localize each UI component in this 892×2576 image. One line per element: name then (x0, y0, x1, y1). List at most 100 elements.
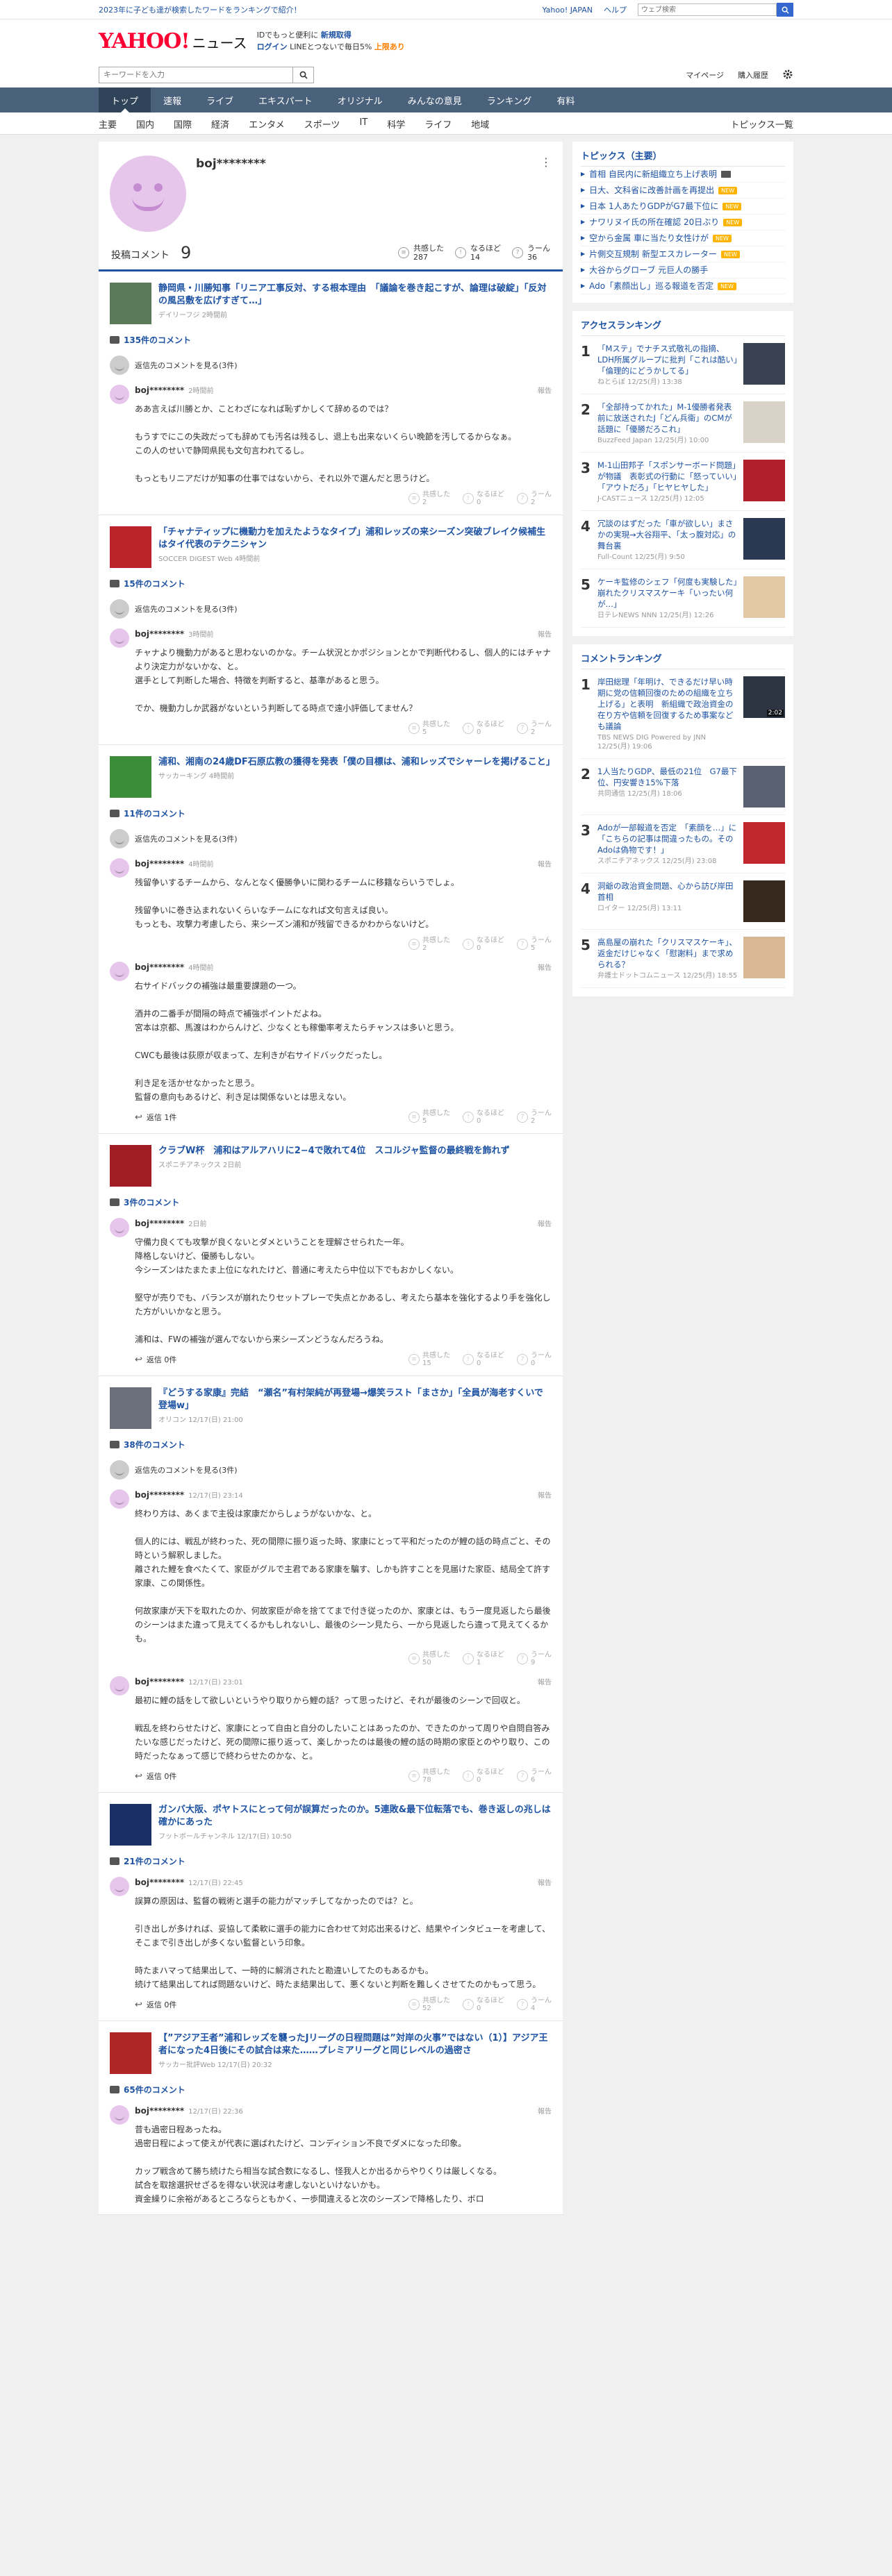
replies-link[interactable]: ↩ 返信 0件 (135, 1999, 176, 2010)
ranking-thumbnail[interactable] (743, 880, 785, 922)
hmm-button[interactable]: ? うーん 5 (517, 937, 552, 952)
comment-user[interactable]: boj******** 12/17(日) 22:36 (135, 2105, 243, 2116)
ranking-thumbnail[interactable] (743, 460, 785, 501)
article-thumbnail[interactable] (110, 1804, 151, 1846)
nav-ranking[interactable]: ランキング (474, 87, 545, 112)
ranking-item[interactable]: 5 ケーキ監修のシェフ「何度も実験した」 崩れたクリスマスケーキ「いったい何が…」… (581, 569, 785, 628)
report-link[interactable]: 報告 (538, 1489, 552, 1500)
ranking-thumbnail[interactable] (743, 518, 785, 560)
report-link[interactable]: 報告 (538, 628, 552, 639)
yahoo-news-logo[interactable]: YAHOO! ニュース (99, 29, 247, 53)
comment-user[interactable]: boj******** 4時間前 (135, 858, 214, 869)
ranking-thumbnail[interactable]: 2:02 (743, 676, 785, 718)
topic-item[interactable]: ▶ 空から金属 車に当たり女性けが NEW (581, 231, 785, 246)
cat-economy[interactable]: 経済 (211, 117, 229, 131)
report-link[interactable]: 報告 (538, 1877, 552, 1887)
article-title[interactable]: ガンバ大阪、ポヤトスにとって何が誤算だったのか。5連敗&最下位転落でも、巻き返し… (158, 1804, 552, 1829)
agree-button[interactable]: ≡ 共感した 2 (408, 491, 450, 506)
promo-link[interactable]: 2023年に子ども達が検索したワードをランキングで紹介！ (99, 4, 302, 15)
comment-user[interactable]: boj******** 12/17(日) 23:01 (135, 1676, 243, 1687)
ranking-item[interactable]: 5 高島屋の崩れた「クリスマスケーキ」、返金だけじゃなく「慰謝料」まで求められる？… (581, 930, 785, 988)
comment-user[interactable]: boj******** 12/17(日) 22:45 (135, 1877, 243, 1887)
naruhodo-button[interactable]: ! なるほど 0 (463, 1997, 504, 2012)
ranking-thumbnail[interactable] (743, 401, 785, 443)
nav-original[interactable]: オリジナル (325, 87, 395, 112)
register-link[interactable]: 新規取得 (321, 31, 352, 40)
comment-count-link[interactable]: 65件のコメント (110, 2084, 552, 2096)
report-link[interactable]: 報告 (538, 858, 552, 869)
ranking-item[interactable]: 1 岸田総理「年明け、できるだけ早い時期に党の信頼回復のための組織を立ち上げる」と… (581, 669, 785, 759)
cat-science[interactable]: 科学 (387, 117, 405, 131)
topic-item[interactable]: ▶ ナワリヌイ氏の所在確認 20日ぶり NEW (581, 215, 785, 231)
hmm-button[interactable]: ? うーん 4 (517, 1997, 552, 2012)
nav-paid[interactable]: 有料 (544, 87, 587, 112)
topics-list-link[interactable]: トピックス一覧 (730, 117, 793, 131)
ranking-item[interactable]: 1 「Mステ」でナチス式敬礼の指摘、LDH所属グループに批判「これは酷い」「倫理的… (581, 336, 785, 394)
comment-count-link[interactable]: 15件のコメント (110, 578, 552, 589)
article-title[interactable]: 浦和、湘南の24歳DF石原広教の獲得を発表「僕の目標は、浦和レッズでシャーレを掲… (158, 756, 555, 769)
nav-expert[interactable]: エキスパート (246, 87, 325, 112)
web-search-input[interactable] (638, 3, 777, 16)
cat-it[interactable]: IT (359, 117, 367, 131)
show-parent-comment-toggle[interactable]: 返信先のコメントを見る(3件) (110, 1460, 552, 1480)
article-thumbnail[interactable] (110, 283, 151, 324)
article-thumbnail[interactable] (110, 526, 151, 568)
help-link[interactable]: ヘルプ (604, 4, 627, 15)
cat-main[interactable]: 主要 (99, 117, 117, 131)
ranking-thumbnail[interactable] (743, 343, 785, 385)
cat-domestic[interactable]: 国内 (136, 117, 154, 131)
ranking-thumbnail[interactable] (743, 766, 785, 808)
cat-sports[interactable]: スポーツ (304, 117, 340, 131)
gear-icon[interactable] (782, 69, 793, 82)
ranking-item[interactable]: 2 1人当たりGDP、最低の21位 G7最下位、円安響き15%下落 共同通信 12/… (581, 759, 785, 815)
ranking-item[interactable]: 2 「全部持ってかれた」M-1優勝者発表前に放送されたJ「どん兵衛」のCMが話題に… (581, 394, 785, 453)
keyword-input[interactable] (99, 67, 293, 83)
article-thumbnail[interactable] (110, 1387, 151, 1429)
ranking-item[interactable]: 4 冗談のはずだった「車が欲しい」まさかの実現→大谷翔平、「太っ腹対応」の舞台裏 F… (581, 511, 785, 569)
report-link[interactable]: 報告 (538, 962, 552, 972)
cat-local[interactable]: 地域 (471, 117, 489, 131)
article-title[interactable]: クラブW杯 浦和はアルアハリに2−4で敗れて4位 スコルジャ監督の最終戦を飾れず (158, 1145, 510, 1157)
report-link[interactable]: 報告 (538, 1218, 552, 1228)
login-link[interactable]: ログイン (257, 42, 288, 51)
mypage-link[interactable]: マイページ (686, 69, 724, 81)
report-link[interactable]: 報告 (538, 2105, 552, 2116)
comment-user[interactable]: boj******** 2日前 (135, 1218, 207, 1228)
hmm-button[interactable]: ? うーん 2 (517, 721, 552, 736)
ranking-thumbnail[interactable] (743, 937, 785, 978)
search-icon[interactable] (293, 67, 314, 83)
topic-item[interactable]: ▶ 大谷からグローブ 元巨人の勝手 (581, 262, 785, 278)
agree-button[interactable]: ≡ 共感した 78 (408, 1768, 450, 1784)
replies-link[interactable]: ↩ 返信 0件 (135, 1354, 176, 1365)
comment-count-link[interactable]: 3件のコメント (110, 1196, 552, 1208)
article-title[interactable]: 【”アジア王者”浦和レッズを襲ったJリーグの日程問題は”対岸の火事”ではない（1… (158, 2032, 552, 2057)
article-title[interactable]: 『どうする家康』完結 “瀬名”有村架純が再登場→爆笑ラスト「まさか」「全員が海老… (158, 1387, 552, 1412)
topic-item[interactable]: ▶ 日大、文科省に改善計画を再提出 NEW (581, 183, 785, 199)
hmm-button[interactable]: ? うーん 9 (517, 1651, 552, 1666)
comment-user[interactable]: boj******** 2時間前 (135, 385, 214, 395)
comment-count-link[interactable]: 11件のコメント (110, 808, 552, 819)
article-title[interactable]: 静岡県・川勝知事「リニア工事反対、する根本理由 「議論を巻き起こすが、論理は破綻… (158, 283, 552, 308)
agree-button[interactable]: ≡ 共感した 50 (408, 1651, 450, 1666)
comment-count-link[interactable]: 135件のコメント (110, 334, 552, 346)
more-options-icon[interactable]: ⋮ (540, 156, 552, 169)
comment-count-link[interactable]: 38件のコメント (110, 1439, 552, 1450)
article-thumbnail[interactable] (110, 1145, 151, 1187)
cat-entertainment[interactable]: エンタメ (249, 117, 285, 131)
agree-button[interactable]: ≡ 共感した 2 (408, 937, 450, 952)
show-parent-comment-toggle[interactable]: 返信先のコメントを見る(3件) (110, 356, 552, 375)
hmm-button[interactable]: ? うーん 0 (517, 1352, 552, 1367)
nav-breaking[interactable]: 速報 (151, 87, 194, 112)
cat-world[interactable]: 国際 (174, 117, 192, 131)
naruhodo-button[interactable]: ! なるほど 0 (463, 721, 504, 736)
ranking-item[interactable]: 3 M-1山田邦子「スポンサーボード問題」が物議 表彰式の行動に「怒っていい」「ア… (581, 453, 785, 511)
agree-button[interactable]: ≡ 共感した 52 (408, 1997, 450, 2012)
nav-opinion[interactable]: みんなの意見 (395, 87, 474, 112)
ranking-thumbnail[interactable] (743, 576, 785, 618)
topic-item[interactable]: ▶ Ado「素顔出し」巡る報道を否定 NEW (581, 278, 785, 294)
naruhodo-button[interactable]: ! なるほど 0 (463, 1768, 504, 1784)
comment-user[interactable]: boj******** 4時間前 (135, 962, 214, 972)
naruhodo-button[interactable]: ! なるほど 0 (463, 937, 504, 952)
ranking-item[interactable]: 3 Adoが一部報道を否定 「素顔を…」に「こちらの記事は間違ったもの。そのAdo… (581, 815, 785, 873)
hmm-button[interactable]: ? うーん 2 (517, 1110, 552, 1125)
